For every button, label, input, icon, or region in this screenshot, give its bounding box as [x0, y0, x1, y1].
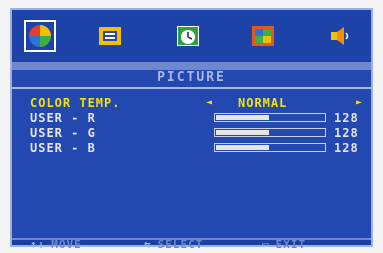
user-b-slider-fill — [216, 145, 269, 150]
user-g-slider-fill — [216, 130, 269, 135]
up-down-arrows-icon: ↑↓ — [30, 238, 46, 251]
move-hint: ↑↓ MOVE — [30, 238, 82, 251]
monitor-icon — [252, 26, 274, 46]
move-label: MOVE — [51, 238, 82, 251]
title-underline — [12, 87, 371, 89]
user-b-row[interactable]: USER - B 128 — [30, 141, 360, 155]
osd-menu-icon — [99, 27, 121, 45]
user-r-slider-fill — [216, 115, 269, 120]
user-b-slider[interactable] — [214, 143, 326, 152]
footer-hints: ↑↓ MOVE ⇆ SELECT ▭ EXIT — [12, 238, 371, 251]
color-wheel-icon — [29, 25, 51, 47]
user-b-value: 128 — [334, 141, 359, 155]
user-g-label: USER - G — [30, 126, 96, 140]
user-g-row[interactable]: USER - G 128 — [30, 126, 360, 140]
page-title: PICTURE — [157, 70, 226, 85]
select-label: SELECT — [157, 238, 204, 251]
select-hint: ⇆ SELECT — [144, 238, 203, 251]
user-g-value: 128 — [334, 126, 359, 140]
user-g-slider[interactable] — [214, 128, 326, 137]
tab-picture[interactable] — [24, 20, 56, 52]
tab-audio[interactable] — [324, 20, 356, 52]
user-r-slider[interactable] — [214, 113, 326, 122]
color-temp-value: NORMAL — [238, 96, 288, 110]
tab-display[interactable] — [247, 20, 279, 52]
category-icon-bar — [12, 10, 371, 62]
user-b-label: USER - B — [30, 141, 96, 155]
speaker-icon — [331, 27, 349, 45]
color-temp-row[interactable]: COLOR TEMP. ◄ NORMAL ► — [30, 96, 363, 110]
color-temp-label: COLOR TEMP. — [30, 96, 121, 110]
left-arrow-icon[interactable]: ◄ — [206, 96, 213, 110]
user-r-row[interactable]: USER - R 128 — [30, 111, 360, 125]
tab-timer[interactable] — [172, 20, 204, 52]
clock-icon — [177, 26, 199, 46]
menu-key-icon: ▭ — [262, 238, 270, 251]
user-r-value: 128 — [334, 111, 359, 125]
exit-label: EXIT — [275, 238, 307, 251]
exit-hint: ▭ EXIT — [262, 238, 306, 251]
right-arrow-icon[interactable]: ► — [356, 96, 363, 110]
user-r-label: USER - R — [30, 111, 96, 125]
osd-menu: PICTURE COLOR TEMP. ◄ NORMAL ► USER - R … — [10, 8, 373, 251]
left-right-arrows-icon: ⇆ — [144, 238, 152, 251]
top-divider — [12, 62, 371, 70]
tab-osd[interactable] — [94, 20, 126, 52]
